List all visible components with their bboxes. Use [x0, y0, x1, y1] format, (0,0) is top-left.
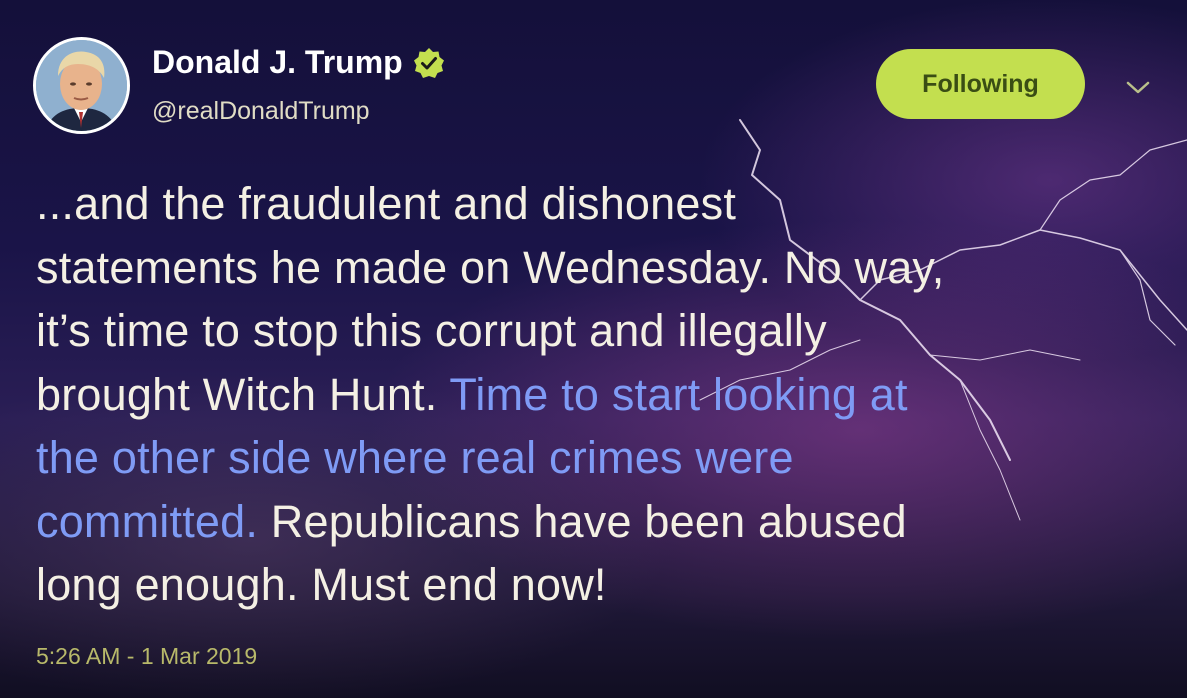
chevron-down-icon[interactable]: [1124, 78, 1152, 98]
tweet-line: the other side where real crimes were: [36, 426, 1166, 490]
tweet-line: brought Witch Hunt. Time to start lookin…: [36, 363, 1166, 427]
tweet-line: statements he made on Wednesday. No way,: [36, 241, 945, 293]
tweet-text-segment: Republicans have been abused: [258, 495, 907, 547]
tweet-line: it’s time to stop this corrupt and illeg…: [36, 305, 827, 356]
avatar[interactable]: [33, 37, 130, 134]
user-handle[interactable]: @realDonaldTrump: [152, 97, 370, 126]
display-name-text: Donald J. Trump: [152, 44, 403, 80]
highlighted-text: committed.: [36, 495, 259, 547]
following-button[interactable]: Following: [876, 49, 1085, 119]
display-name[interactable]: Donald J. Trump: [152, 44, 445, 81]
highlighted-text: the other side where real crimes were: [36, 432, 794, 483]
tweet-text: ...and the fraudulent and dishonest stat…: [36, 172, 1166, 617]
tweet-timestamp[interactable]: 5:26 AM - 1 Mar 2019: [36, 643, 257, 670]
tweet-line: long enough. Must end now!: [36, 559, 607, 610]
profile-photo: [36, 40, 127, 131]
tweet-line: ...and the fraudulent and dishonest: [36, 178, 737, 229]
tweet-line: committed. Republicans have been abused: [36, 490, 1166, 554]
highlighted-text: Time to start looking at: [449, 368, 908, 420]
tweet-card: Donald J. Trump @realDonaldTrump Followi…: [0, 0, 1187, 698]
verified-badge-icon: [413, 47, 444, 78]
tweet-text-segment: brought Witch Hunt.: [36, 368, 450, 420]
